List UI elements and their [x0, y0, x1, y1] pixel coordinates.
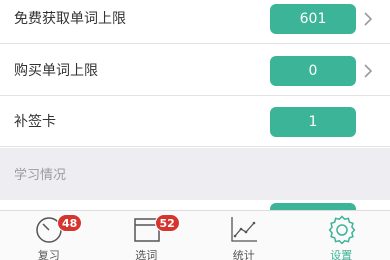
purchased-word-limit-value[interactable]: 0 — [270, 56, 356, 86]
row-label: 补签卡 — [14, 114, 56, 130]
select-words-count-badge: 52 — [154, 214, 180, 232]
purchased-word-limit-row[interactable]: 购买单词上限 0 — [0, 46, 390, 96]
tab-select-words[interactable]: 52 选词 — [98, 211, 196, 260]
makeup-card-row[interactable]: 补签卡 1 — [0, 97, 390, 147]
tab-label: 复习 — [37, 249, 60, 260]
chevron-right-icon — [364, 12, 373, 26]
tab-label: 选词 — [135, 249, 158, 260]
tab-settings[interactable]: 设置 — [293, 211, 390, 260]
tab-label: 统计 — [232, 249, 255, 260]
settings-screen: 免费获取单词上限 601 购买单词上限 0 补签卡 1 学习情况 48 复习 5… — [0, 0, 390, 260]
section-header: 学习情况 — [0, 148, 390, 200]
tab-statistics[interactable]: 统计 — [195, 211, 293, 260]
row-label: 购买单词上限 — [14, 63, 98, 79]
row-label: 免费获取单词上限 — [14, 11, 126, 27]
review-count-badge: 48 — [57, 214, 83, 232]
chevron-right-icon — [364, 64, 373, 78]
free-word-limit-row[interactable]: 免费获取单词上限 601 — [0, 0, 390, 44]
bottom-tab-bar: 48 复习 52 选词 统计 设置 — [0, 210, 390, 260]
tab-label: 设置 — [330, 249, 353, 260]
gear-icon — [328, 215, 355, 244]
free-word-limit-value[interactable]: 601 — [270, 4, 356, 34]
chart-icon — [231, 217, 257, 242]
makeup-card-value[interactable]: 1 — [270, 107, 356, 137]
tab-review[interactable]: 48 复习 — [0, 211, 98, 260]
section-title: 学习情况 — [14, 168, 67, 183]
